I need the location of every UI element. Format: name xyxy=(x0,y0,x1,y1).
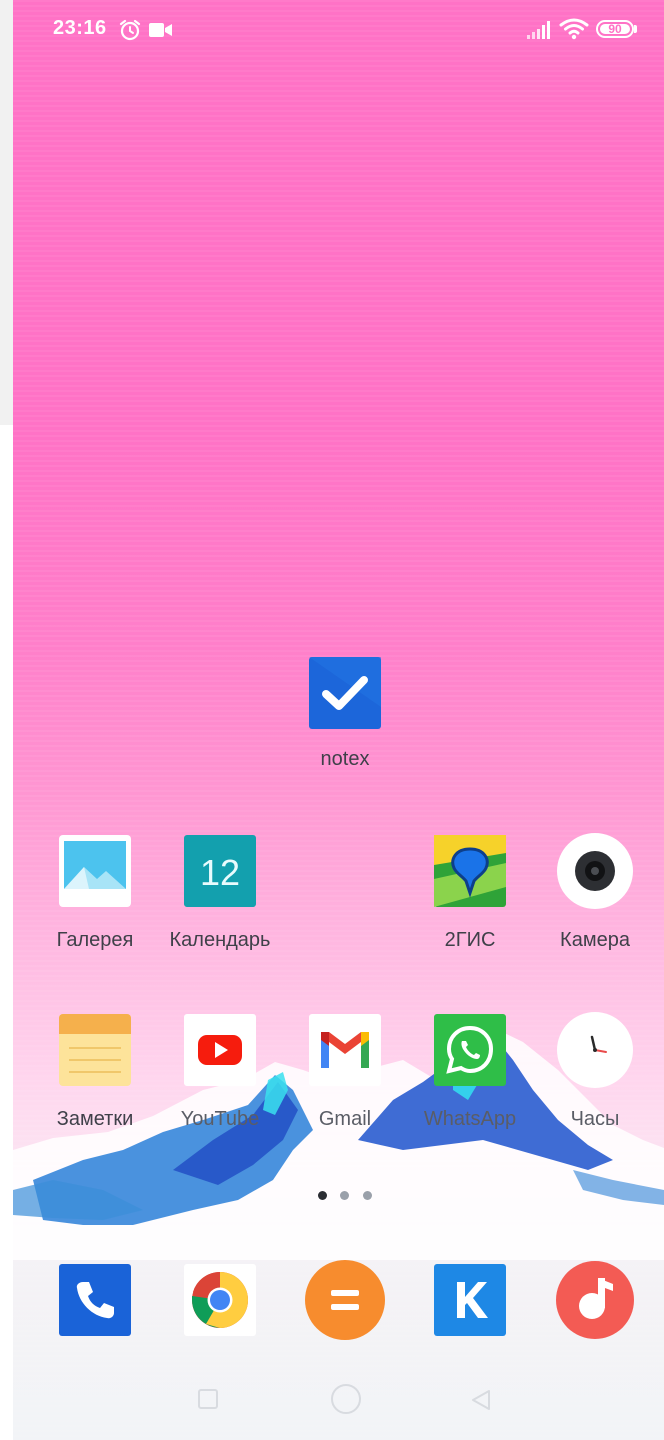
app-label: Галерея xyxy=(56,929,134,951)
battery-icon: 90 xyxy=(596,20,634,38)
chrome-icon xyxy=(184,1264,256,1336)
status-bar: 23:16 90 xyxy=(13,0,664,60)
calculator-icon xyxy=(305,1260,385,1340)
home-screen: 23:16 90 notex Галерея 12 Календарь 2ГИС… xyxy=(13,0,664,1440)
app-notes[interactable]: Заметки xyxy=(33,1014,157,1132)
left-edge xyxy=(0,0,13,1440)
app-label: Заметки xyxy=(56,1108,134,1130)
notes-icon xyxy=(59,1014,131,1086)
app-label: WhatsApp xyxy=(423,1108,517,1130)
app-gmail[interactable]: Gmail xyxy=(283,1014,407,1132)
app-label: Gmail xyxy=(318,1108,372,1130)
app-camera[interactable]: Камера xyxy=(533,833,657,953)
gmail-icon xyxy=(309,1014,381,1086)
app-label: notex xyxy=(320,748,370,770)
recents-square-icon[interactable] xyxy=(198,1389,218,1409)
clock-icon xyxy=(557,1012,633,1088)
page-dot xyxy=(363,1191,372,1200)
alarm-icon xyxy=(119,19,141,41)
whatsapp-icon xyxy=(434,1014,506,1086)
app-2gis[interactable]: 2ГИС xyxy=(408,835,532,953)
app-whatsapp[interactable]: WhatsApp xyxy=(408,1014,532,1132)
app-label: 2ГИС xyxy=(444,929,496,951)
checkmark-icon xyxy=(309,657,381,729)
app-notex[interactable]: notex xyxy=(283,657,407,772)
youtube-icon xyxy=(184,1014,256,1086)
app-label: Камера xyxy=(560,929,630,951)
dock-chrome[interactable] xyxy=(158,1264,282,1336)
app-youtube[interactable]: YouTube xyxy=(158,1014,282,1132)
phone-icon xyxy=(59,1264,131,1336)
dock-calculator[interactable] xyxy=(283,1260,407,1340)
camera-icon xyxy=(557,833,633,909)
dock-phone[interactable] xyxy=(33,1264,157,1336)
gallery-icon xyxy=(59,835,131,907)
app-calendar[interactable]: 12 Календарь xyxy=(158,835,282,953)
battery-nub xyxy=(634,25,637,33)
home-circle-icon[interactable] xyxy=(331,1384,361,1414)
page-indicator xyxy=(311,1191,377,1201)
music-icon xyxy=(556,1261,634,1339)
app-gallery[interactable]: Галерея xyxy=(33,835,157,953)
video-camera-icon xyxy=(149,23,172,37)
clock-time: 23:16 xyxy=(53,17,107,39)
battery-level: 90 xyxy=(608,22,622,36)
2gis-icon xyxy=(434,835,506,907)
kate-mobile-icon xyxy=(434,1264,506,1336)
app-label: Часы xyxy=(570,1108,620,1130)
calendar-date: 12 xyxy=(200,852,240,893)
page-dot-active xyxy=(318,1191,327,1200)
app-label: Календарь xyxy=(169,929,271,951)
page-dot xyxy=(340,1191,349,1200)
app-label: YouTube xyxy=(180,1108,260,1130)
signal-icon xyxy=(527,21,550,39)
app-clock[interactable]: Часы xyxy=(533,1012,657,1132)
back-triangle-icon[interactable] xyxy=(469,1388,493,1412)
calendar-icon: 12 xyxy=(184,835,256,907)
wifi-icon xyxy=(559,18,589,40)
dock-kate-mobile[interactable] xyxy=(408,1264,532,1336)
dock-music[interactable] xyxy=(533,1261,657,1339)
